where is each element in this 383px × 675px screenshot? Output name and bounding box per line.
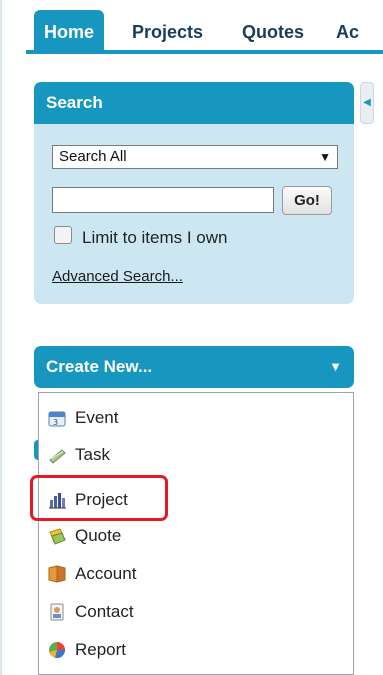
menu-item-label: Quote	[75, 526, 122, 545]
app-frame-border	[0, 0, 2, 675]
report-pie-icon	[47, 640, 67, 660]
menu-item-label: Account	[75, 564, 137, 583]
search-scope-value: Search All	[59, 148, 127, 165]
calendar-icon: 3	[47, 408, 67, 428]
search-input[interactable]	[52, 187, 274, 213]
menu-item-event[interactable]: 3 Event	[47, 401, 118, 435]
limit-to-own-label: Limit to items I own	[82, 228, 228, 247]
menu-item-label: Task	[75, 445, 110, 464]
menu-item-label: Project	[75, 490, 128, 509]
tab-quotes[interactable]: Quotes	[232, 10, 314, 52]
sidebar-collapse-handle[interactable]: ◀	[360, 82, 374, 124]
chevron-left-icon: ◀	[363, 97, 371, 108]
tab-projects[interactable]: Projects	[122, 10, 213, 52]
tab-home[interactable]: Home	[34, 10, 105, 52]
svg-text:3: 3	[53, 418, 58, 427]
create-new-label: Create New...	[46, 357, 153, 376]
account-folder-icon	[47, 564, 67, 584]
menu-item-label: Report	[75, 640, 127, 659]
search-scope-select[interactable]: Search All ▼	[52, 145, 338, 169]
tab-accounts[interactable]: Ac	[326, 10, 369, 52]
go-button[interactable]: Go!	[282, 186, 332, 215]
create-new-button[interactable]: Create New... ▼	[34, 346, 354, 388]
create-new-menu: 3 Event Task Project Quote Account Conta…	[38, 392, 354, 675]
project-chart-icon	[47, 490, 67, 510]
dropdown-arrow-icon: ▼	[329, 359, 342, 374]
task-icon	[47, 445, 67, 465]
menu-item-task[interactable]: Task	[47, 438, 110, 472]
menu-item-quote[interactable]: Quote	[47, 519, 121, 553]
limit-to-own-checkbox[interactable]	[54, 226, 72, 244]
contact-card-icon	[47, 602, 67, 622]
menu-item-project[interactable]: Project	[47, 483, 128, 517]
menu-item-account[interactable]: Account	[47, 557, 136, 591]
menu-item-label: Contact	[75, 602, 134, 621]
dropdown-arrow-icon: ▼	[319, 150, 331, 164]
search-panel-title: Search	[34, 82, 354, 124]
menu-item-report[interactable]: Report	[47, 633, 126, 667]
quote-icon	[47, 526, 67, 546]
menu-item-label: Event	[75, 408, 119, 427]
advanced-search-link[interactable]: Advanced Search...	[52, 268, 183, 285]
menu-item-contact[interactable]: Contact	[47, 595, 134, 629]
